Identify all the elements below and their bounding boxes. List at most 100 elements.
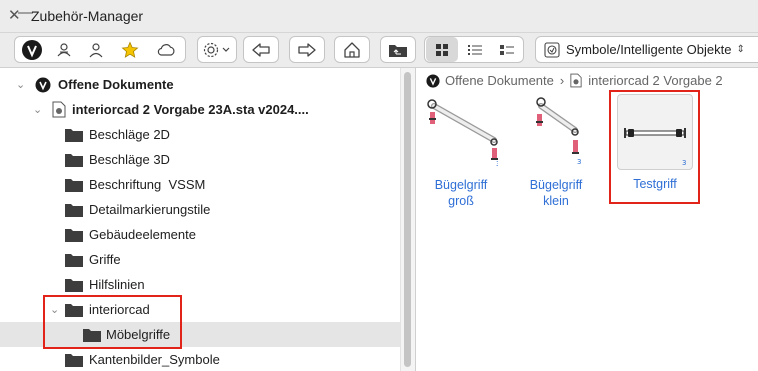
library-tree: ⌄ Offene Dokumente ⌄ interiorcad 2 Vorga… xyxy=(0,68,416,371)
resource-item[interactable]: 3 Bügelgriff groß xyxy=(424,94,500,209)
document-icon xyxy=(570,73,582,88)
detail-view-button[interactable] xyxy=(491,37,523,62)
vectorworks-icon xyxy=(22,39,42,60)
tree-folder-row[interactable]: Kantenbilder_Symbole xyxy=(0,347,400,371)
folder-icon xyxy=(65,203,83,217)
folder-up-icon xyxy=(389,44,407,57)
folder-icon xyxy=(83,328,101,342)
breadcrumb-separator: › xyxy=(559,73,565,88)
folder-icon xyxy=(65,128,83,142)
home-icon xyxy=(344,41,360,58)
folder-label: Detailmarkierungstile xyxy=(89,202,211,217)
user-library-button[interactable] xyxy=(81,37,111,62)
tree-root-row[interactable]: ⌄ Offene Dokumente xyxy=(0,72,400,97)
item-caption: Bügelgriff klein xyxy=(519,177,593,209)
symbol-icon xyxy=(544,41,560,58)
users-library-button[interactable] xyxy=(49,37,79,62)
tree-folder-row-expanded[interactable]: ⌄ interiorcad xyxy=(0,297,400,322)
svg-text:3: 3 xyxy=(577,158,581,166)
library-source-segment xyxy=(14,36,186,63)
forward-button[interactable] xyxy=(289,36,325,63)
resource-item[interactable]: 3 Bügelgriff klein xyxy=(519,94,593,209)
cloud-icon xyxy=(157,43,175,56)
list-view-button[interactable] xyxy=(459,37,491,62)
folder-label: Hilfslinien xyxy=(89,277,145,292)
folder-icon xyxy=(65,303,83,317)
resource-browser: Offene Dokumente › interiorcad 2 Vorgabe… xyxy=(416,68,758,371)
svg-text:3: 3 xyxy=(682,159,686,167)
star-icon xyxy=(121,41,139,58)
view-mode-segment xyxy=(424,36,524,63)
tree-folder-row[interactable]: Hilfslinien xyxy=(0,272,400,297)
breadcrumb: Offene Dokumente › interiorcad 2 Vorgabe… xyxy=(426,73,723,88)
arrow-left-icon xyxy=(252,42,270,57)
item-caption-line1: Testgriff xyxy=(633,177,677,191)
home-button[interactable] xyxy=(334,36,370,63)
resource-item-selected[interactable]: 3 Testgriff xyxy=(614,94,696,192)
folder-icon xyxy=(65,278,83,292)
breadcrumb-root[interactable]: Offene Dokumente xyxy=(445,73,554,88)
settings-menu-button[interactable] xyxy=(197,36,237,63)
chevron-down-icon[interactable]: ⌄ xyxy=(50,303,59,316)
folder-label: Gebäudeelemente xyxy=(89,227,196,242)
tree-folder-row[interactable]: Beschriftung VSSM xyxy=(0,172,400,197)
window-title: Zubehör-Manager xyxy=(31,8,144,24)
user-icon xyxy=(89,42,103,57)
tree-folder-row[interactable]: Detailmarkierungstile xyxy=(0,197,400,222)
folder-icon xyxy=(65,153,83,167)
content-type-label: Symbole/Intelligente Objekte xyxy=(566,42,732,57)
users-icon xyxy=(57,42,71,56)
chevron-down-icon[interactable]: ⌄ xyxy=(16,78,25,91)
folder-icon xyxy=(65,228,83,242)
arrow-right-icon xyxy=(298,42,316,57)
tree-folder-row[interactable]: Beschläge 3D xyxy=(0,147,400,172)
item-caption: Testgriff xyxy=(614,176,696,192)
folder-icon xyxy=(65,253,83,267)
tree-folder-row[interactable]: Beschläge 2D xyxy=(0,122,400,147)
item-caption-line2: klein xyxy=(543,194,569,208)
favorites-button[interactable] xyxy=(115,37,145,62)
folder-label: Beschläge 2D xyxy=(89,127,170,142)
folder-label: Beschläge 3D xyxy=(89,152,170,167)
folder-label: Beschriftung VSSM xyxy=(89,177,206,192)
list-view-icon xyxy=(468,44,482,55)
folder-label: Griffe xyxy=(89,252,121,267)
item-caption-line1: Bügelgriff xyxy=(434,178,488,192)
toolbar: Symbole/Intelligente Objekte ⇕ xyxy=(0,33,758,68)
tree-folder-row[interactable]: Griffe xyxy=(0,247,400,272)
gear-icon xyxy=(203,42,230,57)
svg-text:3: 3 xyxy=(496,160,498,168)
tree-root-label: Offene Dokumente xyxy=(58,77,174,92)
tree-folder-row[interactable]: Gebäudeelemente xyxy=(0,222,400,247)
vectorworks-icon xyxy=(426,73,440,88)
folder-icon xyxy=(65,353,83,367)
scrollbar-thumb[interactable] xyxy=(404,72,411,367)
chevron-down-icon[interactable]: ⌄ xyxy=(33,103,42,116)
document-icon xyxy=(52,101,66,118)
detail-view-icon xyxy=(500,44,514,55)
handle-thumbnail: 3 xyxy=(624,128,686,167)
content-type-select[interactable]: Symbole/Intelligente Objekte ⇕ xyxy=(535,36,758,63)
back-button[interactable] xyxy=(243,36,279,63)
tree-document-row[interactable]: ⌄ interiorcad 2 Vorgabe 23A.sta v2024...… xyxy=(0,97,400,122)
cloud-library-button[interactable] xyxy=(149,37,183,62)
parent-folder-button[interactable] xyxy=(380,36,416,63)
folder-label: interiorcad xyxy=(89,302,150,317)
folder-label: Möbelgriffe xyxy=(106,327,171,342)
item-caption-line2: groß xyxy=(448,194,474,208)
tree-folder-row-selected[interactable]: Möbelgriffe xyxy=(0,322,400,347)
vectorworks-icon xyxy=(35,77,51,92)
item-caption: Bügelgriff groß xyxy=(424,177,498,209)
grid-view-icon xyxy=(436,43,448,56)
title-bar: ✕ — Zubehör-Manager xyxy=(0,0,758,33)
selected-thumb-frame: 3 xyxy=(617,94,693,170)
folder-icon xyxy=(65,178,83,192)
item-caption-line1: Bügelgriff xyxy=(529,178,583,192)
handle-thumbnail: 3 xyxy=(536,97,581,166)
folder-label: Kantenbilder_Symbole xyxy=(89,352,220,367)
grid-view-button[interactable] xyxy=(426,37,458,62)
handle-thumbnail: 3 xyxy=(427,99,500,168)
vectorworks-library-button[interactable] xyxy=(17,37,47,62)
tree-scrollbar[interactable] xyxy=(400,68,415,371)
breadcrumb-document[interactable]: interiorcad 2 Vorgabe 2 xyxy=(588,73,722,88)
